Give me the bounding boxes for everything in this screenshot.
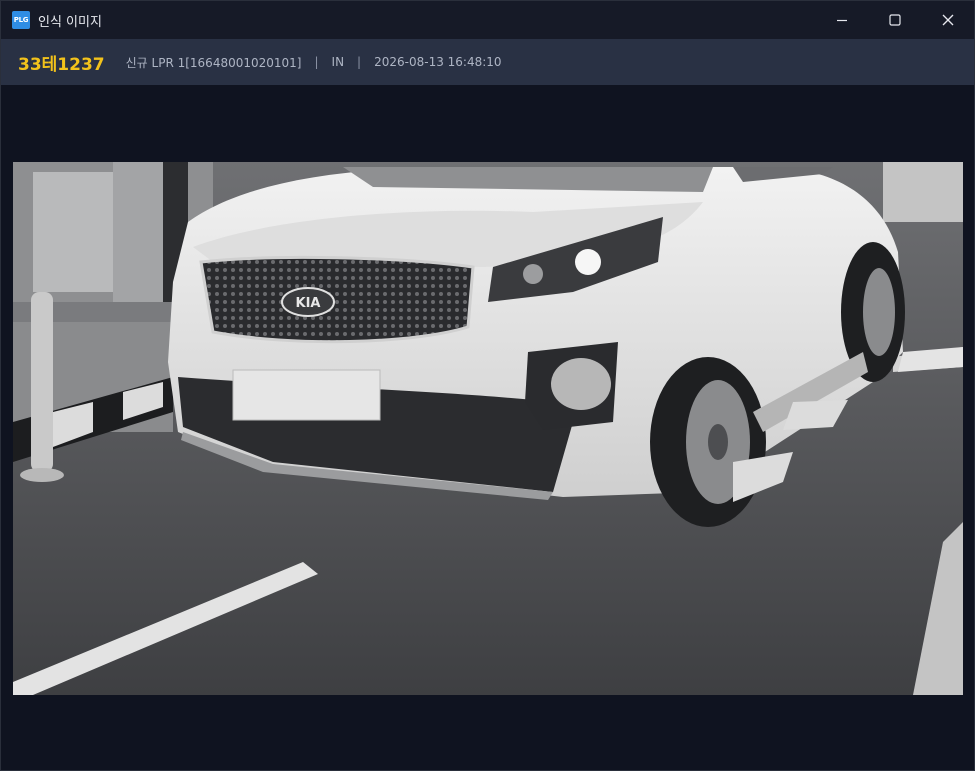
timestamp-label: 2026-08-13 16:48:10 bbox=[374, 55, 502, 69]
app-icon: PLG bbox=[12, 11, 30, 29]
maximize-button[interactable] bbox=[868, 1, 921, 39]
direction-label: IN bbox=[331, 55, 345, 69]
window-controls bbox=[815, 1, 974, 39]
recognition-image-window: PLG 인식 이미지 33테1237 신규 LPR 1[166480010201… bbox=[0, 0, 975, 771]
title-bar[interactable]: PLG 인식 이미지 bbox=[1, 1, 974, 39]
close-button[interactable] bbox=[921, 1, 974, 39]
separator: | bbox=[357, 55, 362, 69]
maximize-icon bbox=[888, 14, 901, 26]
minimize-button[interactable] bbox=[815, 1, 868, 39]
svg-text:KIA: KIA bbox=[296, 296, 321, 311]
device-label: 신규 LPR 1[16648001020101] bbox=[125, 55, 302, 70]
image-viewer: KIA bbox=[1, 85, 974, 770]
separator: | bbox=[314, 55, 319, 69]
close-icon bbox=[942, 14, 954, 26]
vehicle-photo-drawing: KIA bbox=[13, 162, 963, 695]
plate-number: 33테1237 bbox=[18, 54, 105, 75]
vehicle-photo: KIA bbox=[13, 162, 963, 695]
recognition-info-bar: 33테1237 신규 LPR 1[16648001020101] | IN | … bbox=[1, 39, 974, 85]
window-title: 인식 이미지 bbox=[38, 14, 102, 30]
minimize-icon bbox=[836, 14, 848, 26]
